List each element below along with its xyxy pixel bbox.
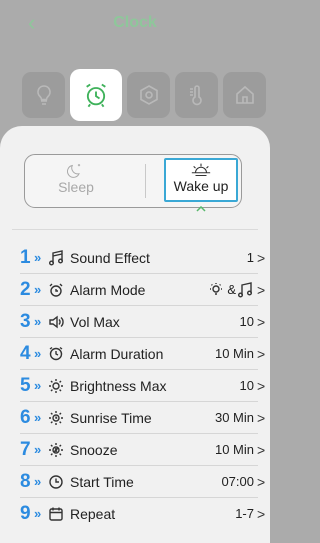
setting-label: Start Time	[70, 473, 134, 490]
settings-panel: Sleep Wake up 1 » Sound Effect 1 > 2 » A…	[0, 126, 270, 543]
double-chevron-icon: »	[34, 346, 42, 361]
double-chevron-icon: »	[34, 282, 42, 297]
chevron-right-icon: >	[257, 249, 266, 266]
bulb-icon	[36, 85, 51, 105]
setting-value: 10 Min	[214, 442, 254, 457]
chevron-right-icon: >	[257, 377, 266, 394]
row-number: 7	[20, 438, 31, 460]
chevron-right-icon: >	[257, 441, 266, 458]
setting-label: Alarm Duration	[70, 345, 164, 362]
setting-value: 10 Min	[214, 346, 254, 361]
setting-label: Sunrise Time	[70, 409, 152, 426]
double-chevron-icon: »	[34, 506, 42, 521]
chevron-right-icon: >	[257, 409, 266, 426]
double-chevron-icon: »	[34, 410, 42, 425]
row-number: 4	[20, 342, 31, 364]
row-number: 2	[20, 278, 31, 300]
chevron-right-icon: >	[257, 313, 266, 330]
setting-value: 1	[246, 250, 254, 265]
double-chevron-icon: »	[34, 442, 42, 457]
clock-duration-icon	[47, 345, 65, 363]
setting-value: 07:00	[221, 474, 254, 489]
double-chevron-icon: »	[34, 250, 42, 265]
mode-tab-temperature[interactable]	[175, 72, 218, 118]
sleep-wake-segment: Sleep Wake up	[24, 154, 242, 212]
chevron-right-icon: >	[257, 505, 266, 522]
alarm-clock-icon	[86, 83, 106, 108]
row-divider	[20, 337, 258, 338]
mode-tabs	[22, 69, 266, 122]
bulb-icon	[207, 281, 225, 299]
chevron-right-icon: >	[257, 473, 266, 490]
setting-value: 1-7	[235, 506, 254, 521]
header: ‹ Clock	[0, 0, 270, 50]
hexagon-icon	[139, 85, 158, 105]
row-number: 6	[20, 406, 31, 428]
row-divider	[20, 465, 258, 466]
setting-label: Brightness Max	[70, 377, 167, 394]
mode-tab-light[interactable]	[22, 72, 65, 118]
mode-tab-home[interactable]	[223, 72, 266, 118]
setting-label: Vol Max	[70, 313, 120, 330]
setting-label: Sound Effect	[70, 249, 150, 266]
segment-divider	[145, 164, 146, 198]
setting-value: 10	[239, 378, 254, 393]
wake-up-label: Wake up	[173, 178, 229, 194]
row-number: 3	[20, 310, 31, 332]
page-title: Clock	[113, 14, 157, 31]
row-number: 5	[20, 374, 31, 396]
snooze-icon	[47, 441, 65, 459]
wake-up-option[interactable]: Wake up	[164, 158, 238, 202]
setting-label: Repeat	[70, 505, 116, 522]
double-chevron-icon: »	[34, 378, 42, 393]
row-divider	[20, 401, 258, 402]
setting-row-alarm-mode[interactable]: 2 » Alarm Mode & >	[20, 275, 266, 304]
row-divider	[20, 305, 258, 306]
setting-value: 10	[239, 314, 254, 329]
speaker-icon	[47, 313, 65, 331]
row-divider	[20, 273, 258, 274]
setting-value: &	[227, 282, 236, 297]
setting-row-vol-max[interactable]: 3 » Vol Max 10 >	[20, 307, 266, 336]
setting-label: Alarm Mode	[70, 281, 146, 298]
row-number: 9	[20, 502, 31, 524]
moon-icon	[67, 164, 81, 178]
row-number: 8	[20, 470, 31, 492]
setting-row-alarm-duration[interactable]: 4 » Alarm Duration 10 Min >	[20, 339, 266, 368]
alarm-bell-icon	[47, 281, 65, 299]
row-divider	[20, 497, 258, 498]
row-number: 1	[20, 246, 31, 268]
row-divider	[20, 433, 258, 434]
sunrise-icon	[191, 163, 211, 177]
home-icon	[235, 85, 254, 104]
setting-label: Snooze	[70, 441, 118, 458]
mode-tab-alarm[interactable]	[70, 69, 122, 121]
setting-value: 30 Min	[214, 410, 254, 425]
sunrise-icon	[47, 409, 65, 427]
divider	[12, 229, 258, 230]
setting-row-start-time[interactable]: 8 » Start Time 07:00 >	[20, 467, 266, 496]
calendar-icon	[47, 505, 65, 523]
music-note-icon	[236, 281, 254, 299]
double-chevron-icon: »	[34, 474, 42, 489]
brightness-icon	[47, 377, 65, 395]
thermometer-icon	[189, 85, 202, 106]
setting-row-sound-effect[interactable]: 1 » Sound Effect 1 >	[20, 243, 266, 272]
setting-row-sunrise-time[interactable]: 6 » Sunrise Time 30 Min >	[20, 403, 266, 432]
row-divider	[20, 369, 258, 370]
mode-tab-scene[interactable]	[127, 72, 170, 118]
setting-row-brightness-max[interactable]: 5 » Brightness Max 10 >	[20, 371, 266, 400]
music-note-icon	[47, 249, 65, 267]
sleep-option[interactable]: Sleep	[25, 155, 127, 206]
chevron-right-icon: >	[257, 281, 266, 298]
setting-row-repeat[interactable]: 9 » Repeat 1-7 >	[20, 499, 266, 528]
selected-caret-icon	[196, 199, 206, 212]
clock-icon	[47, 473, 65, 491]
sleep-label: Sleep	[58, 179, 94, 195]
setting-row-snooze[interactable]: 7 » Snooze 10 Min >	[20, 435, 266, 464]
double-chevron-icon: »	[34, 314, 42, 329]
chevron-right-icon: >	[257, 345, 266, 362]
